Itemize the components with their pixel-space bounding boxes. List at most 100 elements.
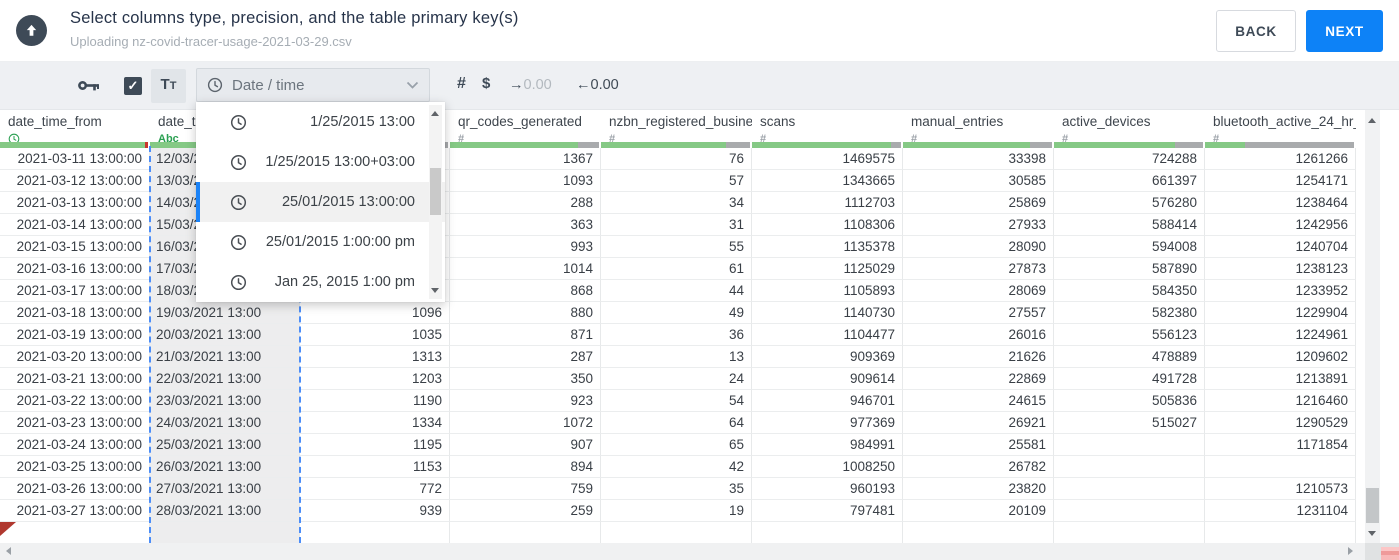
dropdown-scrollbar[interactable] bbox=[429, 105, 442, 299]
column-header[interactable]: manual_entries # bbox=[903, 110, 1054, 142]
upload-wizard-window: Select columns type, precision, and the … bbox=[0, 0, 1399, 560]
table-cell bbox=[903, 522, 1054, 544]
dropdown-option[interactable]: 25/01/2015 1:00:00 pm bbox=[196, 222, 445, 262]
clock-icon bbox=[207, 77, 223, 93]
vertical-scroll-thumb[interactable] bbox=[1366, 488, 1379, 523]
table-cell: 49 bbox=[601, 302, 752, 324]
integer-type-button[interactable]: # bbox=[457, 75, 466, 93]
upload-icon bbox=[16, 15, 47, 46]
table-cell: 772 bbox=[300, 478, 450, 500]
dropdown-option-label: 25/01/2015 13:00:00 bbox=[281, 194, 415, 210]
table-cell: 1104477 bbox=[752, 324, 903, 346]
column-label: scans bbox=[760, 114, 796, 129]
table-cell: 27933 bbox=[903, 214, 1054, 236]
column-type-indicator: # bbox=[458, 132, 601, 143]
table-cell: 1313 bbox=[300, 346, 450, 368]
page-title: Select columns type, precision, and the … bbox=[70, 9, 519, 27]
table-cell: 2021-03-26 13:00:00 bbox=[0, 478, 150, 500]
table-cell: 31 bbox=[601, 214, 752, 236]
table-cell: 44 bbox=[601, 280, 752, 302]
scroll-down-arrow[interactable] bbox=[1368, 531, 1376, 536]
table-cell: 26782 bbox=[903, 456, 1054, 478]
table-cell: 35 bbox=[601, 478, 752, 500]
date-format-dropdown: 1/25/2015 13:00 1/25/2015 13:00+03:00 25/0… bbox=[196, 102, 445, 302]
dropdown-option-label: 25/01/2015 1:00:00 pm bbox=[265, 234, 415, 250]
table-cell: 2021-03-11 13:00:00 bbox=[0, 148, 150, 170]
scroll-up-arrow[interactable] bbox=[1368, 118, 1376, 123]
clock-icon bbox=[8, 133, 20, 142]
table-cell: 894 bbox=[450, 456, 601, 478]
scroll-right-arrow[interactable] bbox=[1348, 547, 1353, 555]
table-cell: 1343665 bbox=[752, 170, 903, 192]
table-cell: 576280 bbox=[1054, 192, 1205, 214]
number-type-label: # bbox=[1213, 132, 1220, 143]
table-cell: 2021-03-17 13:00:00 bbox=[0, 280, 150, 302]
dropdown-scroll-down-arrow[interactable] bbox=[431, 288, 439, 293]
dropdown-option[interactable]: 1/25/2015 13:00+03:00 bbox=[196, 142, 445, 182]
table-cell: 1469575 bbox=[752, 148, 903, 170]
table-cell: 288 bbox=[450, 192, 601, 214]
number-type-label: # bbox=[1062, 132, 1069, 143]
column-header[interactable]: nzbn_registered_busine # bbox=[601, 110, 752, 142]
horizontal-scrollbar[interactable] bbox=[0, 543, 1365, 560]
table-cell: 2021-03-22 13:00:00 bbox=[0, 390, 150, 412]
table-cell: 28090 bbox=[903, 236, 1054, 258]
dropdown-option[interactable]: 25/01/2015 13:00:00 bbox=[196, 182, 445, 222]
column-label: manual_entries bbox=[911, 114, 1004, 129]
next-button[interactable]: NEXT bbox=[1306, 10, 1383, 52]
scroll-left-arrow[interactable] bbox=[6, 547, 11, 555]
table-cell: 594008 bbox=[1054, 236, 1205, 258]
dropdown-option[interactable]: 1/25/2015 13:00 bbox=[196, 102, 445, 142]
increase-decimal-button[interactable]: ←0.00 bbox=[576, 77, 619, 93]
dropdown-scroll-up-arrow[interactable] bbox=[431, 111, 439, 116]
column-header[interactable]: scans # bbox=[752, 110, 903, 142]
vertical-scrollbar[interactable] bbox=[1365, 110, 1380, 543]
table-cell: 880 bbox=[450, 302, 601, 324]
table-cell: 55 bbox=[601, 236, 752, 258]
horizontal-scroll-thumb[interactable] bbox=[1381, 547, 1399, 560]
table-cell: 2021-03-27 13:00:00 bbox=[0, 500, 150, 522]
primary-key-button[interactable] bbox=[78, 78, 99, 98]
table-cell: 259 bbox=[450, 500, 601, 522]
column-header[interactable]: date_time_from bbox=[0, 110, 150, 142]
dropdown-option-label: 1/25/2015 13:00+03:00 bbox=[265, 154, 415, 170]
decrease-decimal-button[interactable]: →0.00 bbox=[509, 77, 552, 93]
number-type-label: # bbox=[458, 132, 465, 143]
text-type-button[interactable]: TT bbox=[151, 69, 186, 103]
table-cell: 27873 bbox=[903, 258, 1054, 280]
table-cell: 491728 bbox=[1054, 368, 1205, 390]
clock-icon bbox=[230, 154, 247, 170]
table-cell bbox=[300, 522, 450, 544]
type-select[interactable]: Date / time bbox=[196, 68, 430, 102]
table-cell: 1008250 bbox=[752, 456, 903, 478]
table-cell: 287 bbox=[450, 346, 601, 368]
table-cell: 26/03/2021 13:00 bbox=[150, 456, 300, 478]
dropdown-scroll-thumb[interactable] bbox=[430, 168, 441, 215]
column-header[interactable]: active_devices # bbox=[1054, 110, 1205, 142]
wizard-header: Select columns type, precision, and the … bbox=[0, 0, 1399, 62]
table-cell: 350 bbox=[450, 368, 601, 390]
table-cell: 1213891 bbox=[1205, 368, 1356, 390]
select-all-checkbox[interactable]: ✓ bbox=[124, 77, 142, 95]
table-cell bbox=[1054, 500, 1205, 522]
table-cell: 2021-03-19 13:00:00 bbox=[0, 324, 150, 346]
table-cell: 582380 bbox=[1054, 302, 1205, 324]
table-cell: 584350 bbox=[1054, 280, 1205, 302]
table-cell: 26016 bbox=[903, 324, 1054, 346]
table-cell: 587890 bbox=[1054, 258, 1205, 280]
table-cell bbox=[1054, 434, 1205, 456]
table-cell: 2021-03-12 13:00:00 bbox=[0, 170, 150, 192]
column-type-indicator: # bbox=[1213, 132, 1356, 143]
table-cell: 27557 bbox=[903, 302, 1054, 324]
table-cell: 1233952 bbox=[1205, 280, 1356, 302]
table-cell: 36 bbox=[601, 324, 752, 346]
column-header[interactable]: qr_codes_generated # bbox=[450, 110, 601, 142]
dropdown-option-label: 1/25/2015 13:00 bbox=[310, 114, 415, 130]
dropdown-option[interactable]: Jan 25, 2015 1:00 pm bbox=[196, 262, 445, 302]
string-type-label: Abc bbox=[158, 132, 179, 143]
currency-type-button[interactable]: $ bbox=[482, 75, 490, 92]
table-cell: 1261266 bbox=[1205, 148, 1356, 170]
table-cell: 1190 bbox=[300, 390, 450, 412]
column-header[interactable]: bluetooth_active_24_hr_ # bbox=[1205, 110, 1356, 142]
back-button[interactable]: BACK bbox=[1216, 10, 1296, 52]
